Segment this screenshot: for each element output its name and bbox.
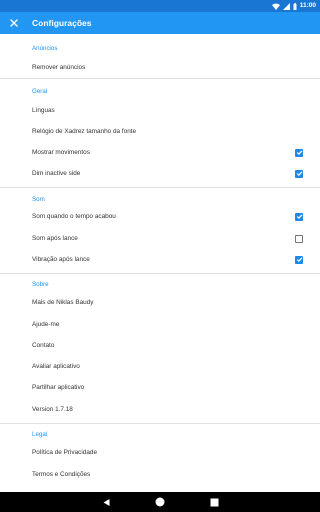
app-bar: Configurações: [0, 12, 320, 34]
setting-label: Termos e Condições: [32, 471, 91, 478]
setting-dim-inactive-side[interactable]: Dim inactive side: [0, 163, 320, 184]
recents-button[interactable]: [208, 496, 220, 508]
settings-list: Anúncios Remover anúncios Geral Línguas …: [0, 34, 320, 492]
show-moves-checkbox[interactable]: [295, 148, 303, 157]
section-header-general: Geral: [32, 88, 48, 95]
divider: [0, 78, 320, 79]
sound-after-move-checkbox[interactable]: [295, 234, 303, 243]
setting-terms[interactable]: Termos e Condições: [0, 464, 320, 485]
back-icon: [103, 498, 109, 506]
setting-label: Mais de Niklas Baudy: [32, 299, 94, 306]
setting-label: Som após lance: [32, 235, 78, 242]
setting-label: Som quando o tempo acabou: [32, 213, 116, 220]
back-button[interactable]: [100, 496, 112, 508]
setting-label: Política de Privacidade: [32, 449, 98, 456]
setting-share-app[interactable]: Partilhar aplicativo: [0, 377, 320, 398]
setting-privacy-policy[interactable]: Política de Privacidade: [0, 442, 320, 463]
setting-rate-app[interactable]: Avaliar aplicativo: [0, 356, 320, 377]
setting-label: Remover anúncios: [32, 64, 86, 71]
setting-label: Mostrar movimentos: [32, 149, 90, 156]
status-time: 11:00: [299, 2, 316, 9]
status-icons: 11:00: [271, 1, 316, 11]
check-icon: [296, 214, 302, 220]
page-title: Configurações: [32, 18, 92, 28]
close-button[interactable]: [0, 12, 28, 34]
setting-label: Version 1.7.18: [32, 406, 73, 413]
setting-help-me[interactable]: Ajude-me: [0, 314, 320, 335]
section-header-legal: Legal: [32, 431, 48, 438]
setting-label: Partilhar aplicativo: [32, 384, 85, 391]
vibration-after-move-checkbox[interactable]: [295, 255, 303, 264]
sound-time-up-checkbox[interactable]: [295, 212, 303, 221]
setting-label: Ajude-me: [32, 321, 60, 328]
setting-vibration-after-move[interactable]: Vibração após lance: [0, 249, 320, 270]
setting-label: Vibração após lance: [32, 256, 90, 263]
setting-sound-time-up[interactable]: Som quando o tempo acabou: [0, 206, 320, 227]
divider: [0, 273, 320, 274]
setting-label: Dim inactive side: [32, 170, 81, 177]
navigation-bar: [0, 492, 320, 512]
dim-inactive-side-checkbox[interactable]: [295, 169, 303, 178]
status-bar: 11:00: [0, 0, 320, 12]
check-icon: [296, 150, 302, 156]
setting-label: Contato: [32, 342, 55, 349]
setting-more-by-author[interactable]: Mais de Niklas Baudy: [0, 292, 320, 313]
section-header-about: Sobre: [32, 281, 49, 288]
setting-show-moves[interactable]: Mostrar movimentos: [0, 142, 320, 163]
divider: [0, 423, 320, 424]
setting-remove-ads[interactable]: Remover anúncios: [0, 57, 320, 78]
section-header-ads: Anúncios: [32, 45, 58, 52]
check-icon: [296, 171, 302, 177]
close-icon: [10, 14, 18, 32]
home-icon: [155, 497, 165, 507]
divider: [0, 187, 320, 188]
setting-clock-font-size[interactable]: Relógio de Xadrez tamanho da fonte: [0, 121, 320, 142]
section-header-sound: Som: [32, 196, 45, 203]
recents-icon: [210, 498, 218, 506]
setting-version[interactable]: Version 1.7.18: [0, 399, 320, 420]
setting-label: Línguas: [32, 107, 55, 114]
setting-label: Avaliar aplicativo: [32, 363, 80, 370]
home-button[interactable]: [154, 496, 166, 508]
setting-languages[interactable]: Línguas: [0, 100, 320, 121]
setting-label: Relógio de Xadrez tamanho da fonte: [32, 128, 137, 135]
check-icon: [296, 257, 302, 263]
setting-sound-after-move[interactable]: Som após lance: [0, 228, 320, 249]
setting-contact[interactable]: Contato: [0, 335, 320, 356]
